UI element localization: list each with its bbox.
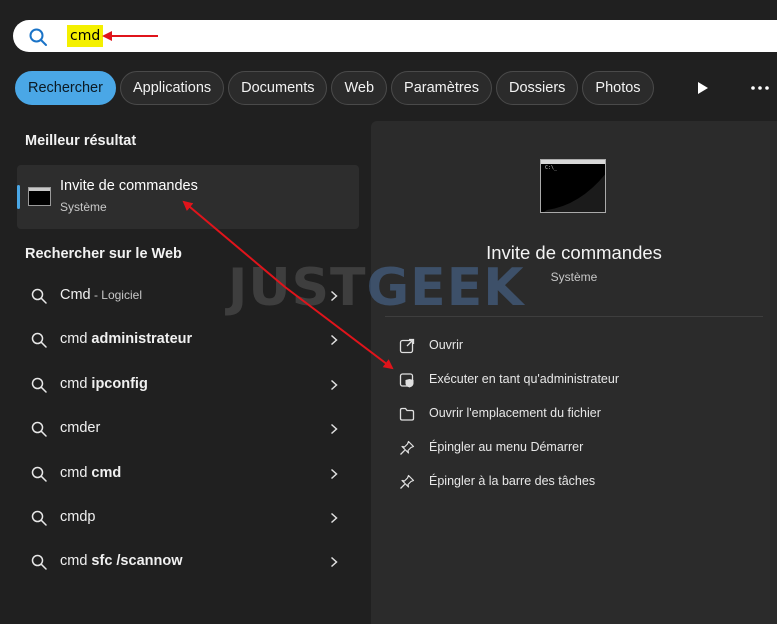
chevron-right-icon[interactable] xyxy=(330,379,338,391)
search-input[interactable]: cmd xyxy=(67,25,104,47)
web-search-label: cmdp xyxy=(60,509,96,525)
detail-title: Invite de commandes xyxy=(486,242,662,263)
selection-indicator xyxy=(17,185,20,209)
search-icon xyxy=(31,377,47,393)
admin-shield-icon xyxy=(399,373,414,388)
web-search-item[interactable]: Cmd - Logiciel xyxy=(17,276,359,316)
tab-web[interactable]: Web xyxy=(331,71,388,105)
more-options-icon[interactable] xyxy=(751,86,769,90)
web-search-item[interactable]: cmdp xyxy=(17,498,359,538)
search-icon xyxy=(31,421,47,437)
command-prompt-icon xyxy=(28,187,51,206)
search-icon xyxy=(31,333,47,349)
action-open-file-location[interactable]: Ouvrir l'emplacement du fichier xyxy=(385,399,763,429)
web-search-label: cmder xyxy=(60,420,101,437)
chevron-right-icon[interactable] xyxy=(330,468,338,480)
tab-parametres[interactable]: Paramètres xyxy=(391,71,492,105)
action-run-as-admin[interactable]: Exécuter en tant qu'administrateur xyxy=(385,365,763,395)
pin-icon xyxy=(400,440,415,455)
play-icon[interactable] xyxy=(697,81,709,95)
tab-photos[interactable]: Photos xyxy=(582,71,654,105)
chevron-right-icon[interactable] xyxy=(330,290,338,302)
tab-dossiers[interactable]: Dossiers xyxy=(496,71,579,105)
web-search-item[interactable]: cmd cmd xyxy=(17,454,359,494)
best-match-subtitle: Système xyxy=(60,200,107,214)
chevron-right-icon[interactable] xyxy=(330,423,338,435)
chevron-right-icon[interactable] xyxy=(330,556,338,568)
web-search-item[interactable]: cmder xyxy=(17,409,359,449)
web-search-label: cmd cmd xyxy=(60,464,122,481)
web-search-label: cmd administrateur xyxy=(60,331,193,348)
detail-subtitle: Système xyxy=(550,270,598,284)
open-external-icon xyxy=(399,338,415,354)
tab-documents[interactable]: Documents xyxy=(228,71,328,105)
web-search-item[interactable]: cmd administrateur xyxy=(17,320,359,360)
action-label: Épingler au menu Démarrer xyxy=(429,440,584,454)
best-match-card[interactable]: Invite de commandes Système xyxy=(17,165,359,229)
action-label: Exécuter en tant qu'administrateur xyxy=(429,372,619,386)
web-search-label: cmd sfc /scannow xyxy=(60,553,183,570)
folder-icon xyxy=(399,407,415,421)
search-icon xyxy=(29,28,47,46)
best-match-title: Invite de commandes xyxy=(60,178,198,194)
web-search-item[interactable]: cmd sfc /scannow xyxy=(17,542,359,582)
search-bar[interactable]: cmd xyxy=(13,20,777,52)
web-search-heading: Rechercher sur le Web xyxy=(25,246,182,262)
chevron-right-icon[interactable] xyxy=(330,334,338,346)
action-open[interactable]: Ouvrir xyxy=(385,331,763,361)
web-search-label: Cmd - Logiciel xyxy=(60,287,142,303)
web-search-item[interactable]: cmd ipconfig xyxy=(17,365,359,405)
search-icon xyxy=(31,510,47,526)
pin-icon xyxy=(400,474,415,489)
action-label: Ouvrir l'emplacement du fichier xyxy=(429,406,601,420)
command-prompt-large-icon: C:\_ xyxy=(540,159,606,213)
web-search-label: cmd ipconfig xyxy=(60,375,148,392)
search-icon xyxy=(31,555,47,571)
tab-applications[interactable]: Applications xyxy=(119,71,225,105)
search-icon xyxy=(31,466,47,482)
search-icon xyxy=(31,288,47,304)
best-match-heading: Meilleur résultat xyxy=(25,133,137,149)
detail-panel: C:\_ Invite de commandes Système Ouvrir … xyxy=(371,121,777,624)
action-label: Épingler à la barre des tâches xyxy=(429,474,596,488)
action-label: Ouvrir xyxy=(429,338,464,352)
action-pin-start[interactable]: Épingler au menu Démarrer xyxy=(385,433,763,463)
tab-rechercher[interactable]: Rechercher xyxy=(15,71,116,105)
divider xyxy=(385,316,763,317)
filter-tabs: Rechercher Applications Documents Web Pa… xyxy=(15,71,658,105)
chevron-right-icon[interactable] xyxy=(330,512,338,524)
action-pin-taskbar[interactable]: Épingler à la barre des tâches xyxy=(385,467,763,497)
